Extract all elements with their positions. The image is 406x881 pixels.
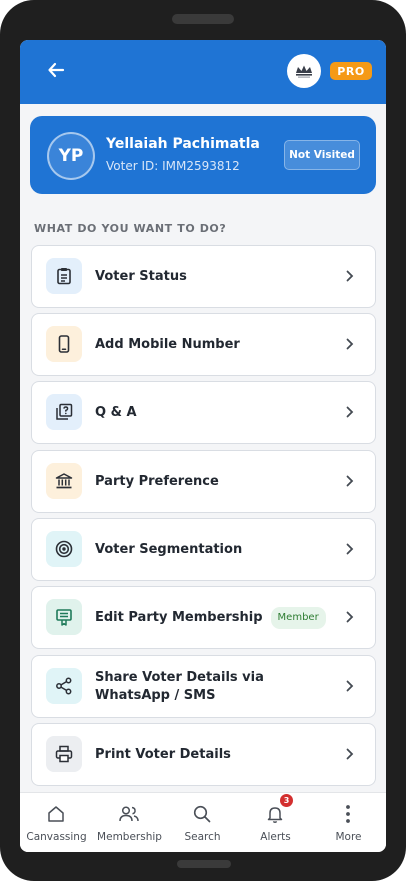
action-edit-party-membership[interactable]: Edit Party Membership Member [31,586,376,649]
bottom-navigation: Canvassing Membership Search 3 Alerts Mo… [20,792,386,852]
action-add-mobile-number[interactable]: Add Mobile Number [31,313,376,376]
chevron-right-icon [343,268,357,284]
app-logo [287,54,321,88]
phone-frame: PRO YP Yellaiah Pachimatla Voter ID: IMM… [0,0,406,881]
action-label: Share Voter Details via WhatsApp / SMS [95,669,264,703]
nav-label: Membership [97,831,162,843]
action-label: Voter Segmentation [95,541,243,557]
voter-profile-card: YP Yellaiah Pachimatla Voter ID: IMM2593… [30,116,376,194]
mobile-phone-icon [46,326,82,362]
action-share-voter-details[interactable]: Share Voter Details via WhatsApp / SMS [31,655,376,718]
action-party-preference[interactable]: Party Preference [31,450,376,513]
bank-building-icon [46,463,82,499]
action-q-and-a[interactable]: Q & A [31,381,376,444]
nav-more[interactable]: More [312,793,385,852]
action-label: Q & A [95,404,137,420]
section-title: WHAT DO YOU WANT TO DO? [34,222,227,235]
nav-label: Alerts [260,831,291,843]
crown-logo-icon [296,65,312,78]
voter-name: Yellaiah Pachimatla [106,136,260,152]
nav-search[interactable]: Search [166,793,239,852]
action-label-row: Edit Party Membership Member [95,587,326,648]
home-icon [45,803,67,825]
chevron-right-icon [343,336,357,352]
chevron-right-icon [343,473,357,489]
voter-id: Voter ID: IMM2593812 [106,159,240,173]
share-icon [46,668,82,704]
printer-icon [46,736,82,772]
more-vertical-icon [337,803,359,825]
home-indicator [177,860,231,868]
avatar: YP [47,132,95,180]
action-label: Party Preference [95,473,219,489]
action-label: Add Mobile Number [95,336,240,352]
clipboard-icon [46,258,82,294]
alerts-count-badge: 3 [280,794,293,807]
arrow-left-icon [48,62,65,78]
nav-canvassing[interactable]: Canvassing [20,793,93,852]
back-button[interactable] [44,58,68,82]
speaker-grille [172,14,234,24]
app-header: PRO [20,40,386,104]
app-screen: PRO YP Yellaiah Pachimatla Voter ID: IMM… [20,40,386,852]
nav-membership[interactable]: Membership [93,793,166,852]
action-label: Voter Status [95,268,187,284]
pro-badge[interactable]: PRO [330,62,372,80]
membership-card-icon [46,599,82,635]
search-icon [191,803,213,825]
chevron-right-icon [343,609,357,625]
chevron-right-icon [343,404,357,420]
nav-label: Canvassing [26,831,87,843]
nav-label: More [335,831,362,843]
action-print-voter-details[interactable]: Print Voter Details [31,723,376,786]
users-icon [118,803,140,825]
nav-label: Search [184,831,221,843]
action-label: Print Voter Details [95,746,231,762]
chevron-right-icon [343,541,357,557]
action-voter-status[interactable]: Voter Status [31,245,376,308]
chevron-right-icon [343,678,357,694]
target-icon [46,531,82,567]
nav-alerts[interactable]: 3 Alerts [239,793,312,852]
action-label: Edit Party Membership [95,609,263,625]
chevron-right-icon [343,746,357,762]
question-box-icon [46,394,82,430]
member-badge: Member [270,606,326,629]
visit-status-badge[interactable]: Not Visited [284,140,360,170]
action-voter-segmentation[interactable]: Voter Segmentation [31,518,376,581]
